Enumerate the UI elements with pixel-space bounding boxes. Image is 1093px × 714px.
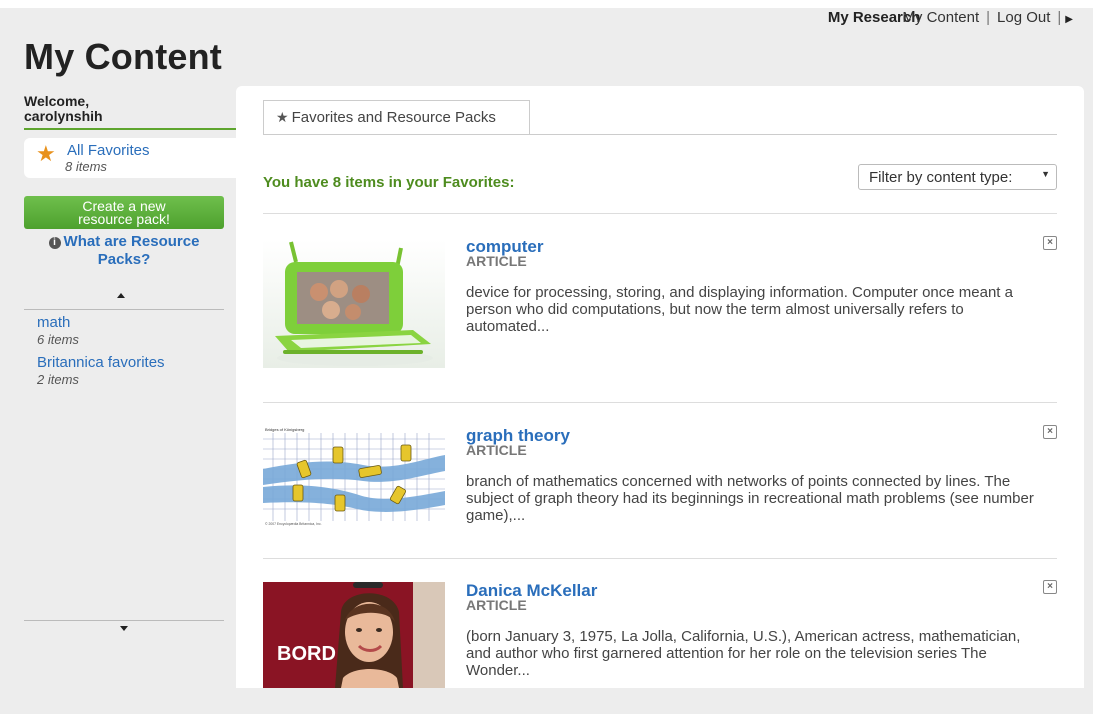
info-icon: i (48, 237, 61, 249)
list-item: BORD Danica McKellar ARTICLE (born Janua… (263, 558, 1057, 714)
item-type: ARTICLE (466, 253, 527, 269)
chevron-down-icon[interactable] (120, 626, 128, 631)
welcome-divider (24, 128, 236, 130)
sidebar-item-pack-britannica-favorites[interactable]: Britannica favorites 2 items (37, 354, 227, 388)
graph-credit: © 2007 Encyclopædia Britannica, Inc. (265, 522, 322, 526)
bridges-map-image: Bridges of Königsberg © 2007 Encyclopædi… (263, 425, 445, 527)
what-link-line1: What are Resource (63, 233, 200, 250)
tab-label: Favorites and Resource Packs (291, 109, 496, 126)
sidebar-item-pack-math[interactable]: math 6 items (37, 314, 227, 348)
favorites-summary: You have 8 items in your Favorites: (263, 174, 515, 191)
star-icon: ★ (276, 109, 289, 125)
what-are-resource-packs-link[interactable]: i What are Resource Packs? (24, 233, 224, 269)
remove-item-icon[interactable]: × (1043, 580, 1057, 594)
nav-log-out[interactable]: Log Out (997, 9, 1050, 26)
resource-pack-list: math 6 items Britannica favorites 2 item… (37, 314, 227, 394)
welcome-username: carolynshih (24, 108, 103, 124)
main-panel: ★ Favorites and Resource Packs You have 8… (236, 86, 1084, 688)
top-strip (0, 0, 1093, 8)
item-description: (born January 3, 1975, La Jolla, Califor… (466, 628, 1021, 679)
list-item: computer ARTICLE device for processing, … (263, 214, 1057, 403)
pack-count: 6 items (37, 332, 79, 347)
graph-theory-thumbnail[interactable]: Bridges of Königsberg © 2007 Encyclopædi… (263, 425, 445, 527)
tab-favorites-and-resource-packs[interactable]: ★ Favorites and Resource Packs (263, 100, 530, 134)
item-description: branch of mathematics concerned with net… (466, 473, 1034, 524)
packs-divider-bottom (24, 620, 224, 621)
all-favorites-label[interactable]: All Favorites (67, 142, 150, 159)
what-link-line2: Packs? (97, 251, 151, 268)
packs-divider-top (24, 309, 224, 310)
star-icon: ★ (36, 141, 56, 166)
item-type: ARTICLE (466, 442, 527, 458)
remove-item-icon[interactable]: × (1043, 425, 1057, 439)
welcome-text: Welcome, carolynshih (24, 94, 234, 124)
item-description: device for processing, storing, and disp… (466, 284, 1013, 335)
page-title: My Content (24, 36, 222, 77)
graph-caption: Bridges of Königsberg (265, 427, 304, 432)
top-nav: My ResearchMy Content | Log Out | ▶ (828, 9, 1073, 26)
filter-selected-value: Filter by content type: (869, 169, 1013, 186)
sidebar-item-all-favorites[interactable]: ★ All Favorites 8 items (24, 138, 236, 178)
all-favorites-count: 8 items (65, 159, 107, 174)
create-button-line2: resource pack! (78, 211, 170, 227)
nav-separator-end: | (1057, 9, 1062, 26)
portrait-image: BORD (263, 582, 445, 688)
item-type: ARTICLE (466, 597, 527, 613)
create-resource-pack-button[interactable]: Create a new resource pack! (24, 196, 224, 229)
play-icon[interactable]: ▶ (1065, 14, 1073, 25)
pack-name[interactable]: Britannica favorites (37, 354, 227, 372)
content-type-filter-select[interactable]: Filter by content type: ▼ (858, 164, 1057, 190)
nav-my-content[interactable]: My Content (902, 9, 979, 26)
pack-name[interactable]: math (37, 314, 227, 332)
sidebar: Welcome, carolynshih ★ All Favorites 8 i… (0, 90, 236, 688)
select-arrow-icon: ▼ (1041, 169, 1050, 179)
pack-count: 2 items (37, 372, 79, 387)
chevron-up-icon[interactable] (117, 293, 125, 298)
tab-divider (263, 134, 1057, 135)
danica-mckellar-thumbnail[interactable]: BORD (263, 582, 445, 688)
welcome-greeting: Welcome, (24, 93, 90, 109)
nav-separator: | (986, 9, 991, 26)
computer-thumbnail[interactable] (263, 240, 445, 368)
sign-text: BORD (277, 643, 336, 665)
list-item: Bridges of Königsberg © 2007 Encyclopædi… (263, 403, 1057, 559)
laptop-image (263, 240, 445, 368)
remove-item-icon[interactable]: × (1043, 236, 1057, 250)
